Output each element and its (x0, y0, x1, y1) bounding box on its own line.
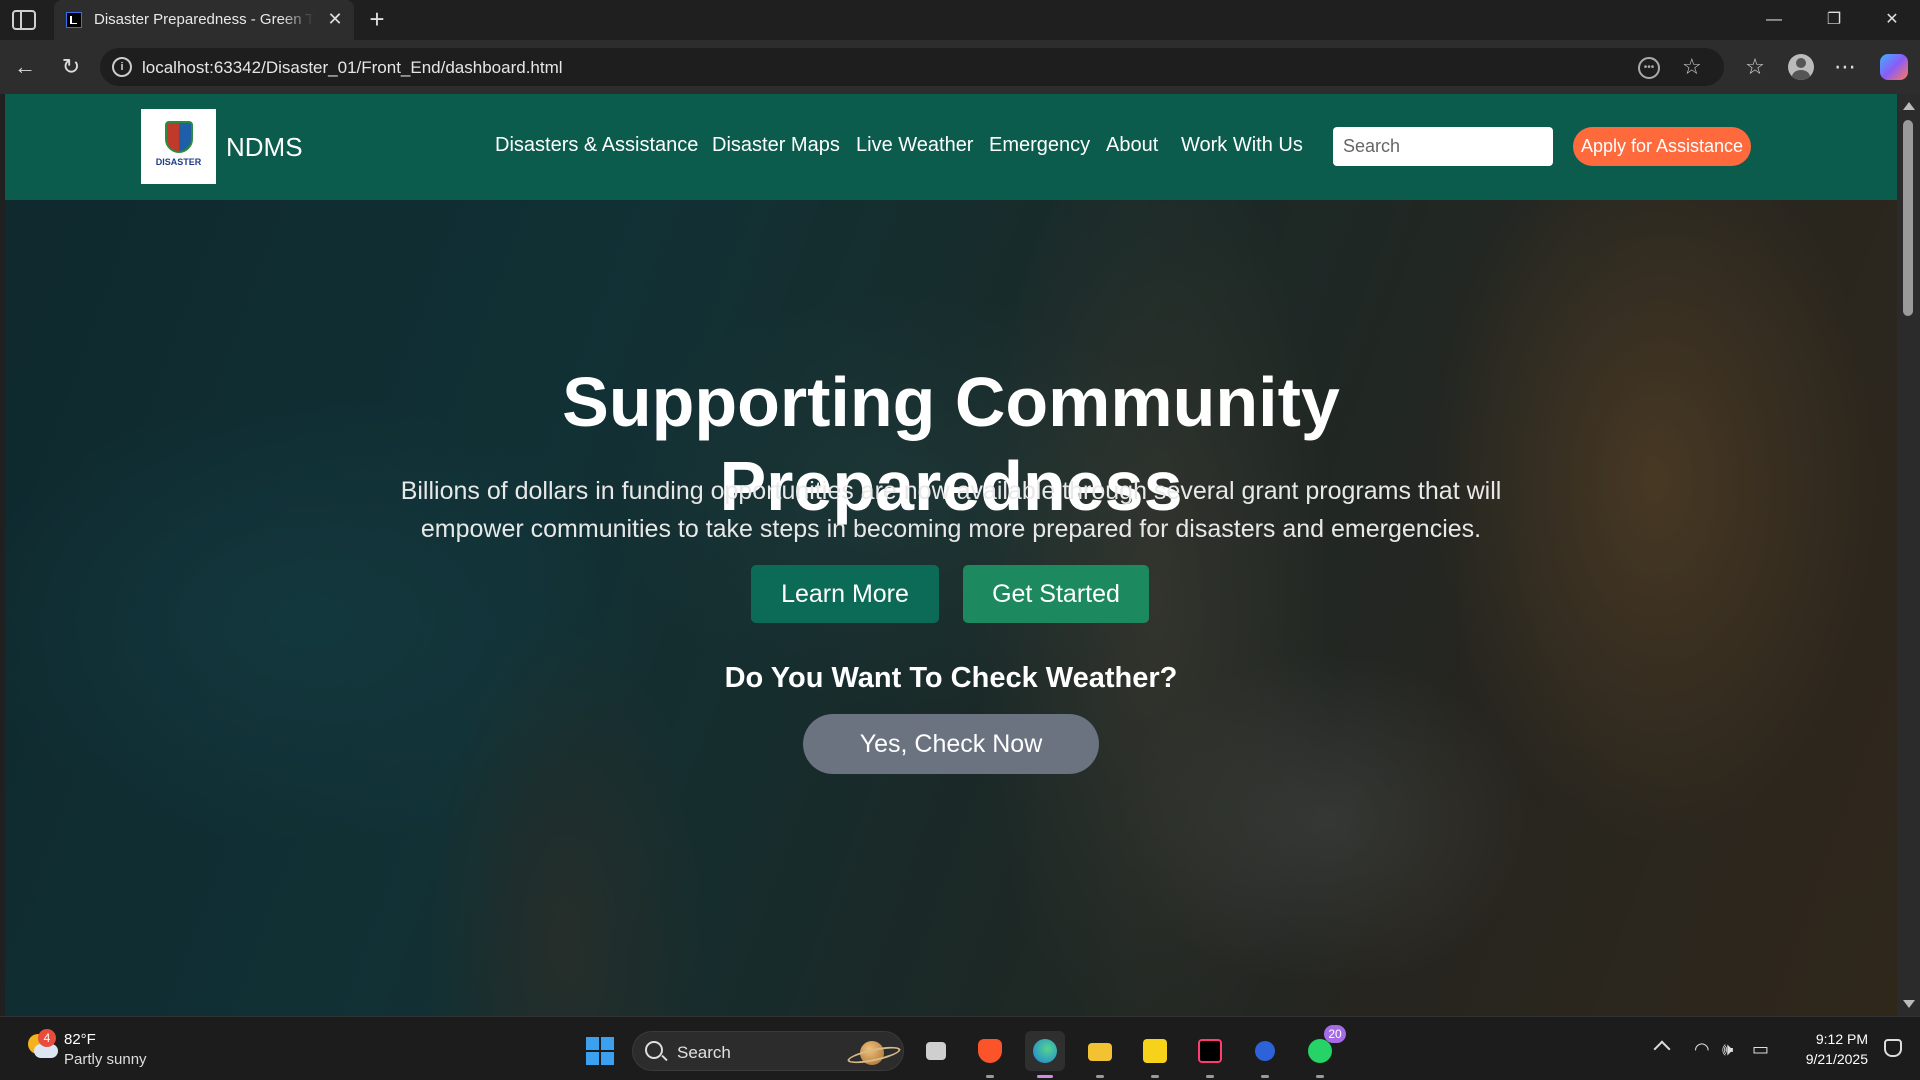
nav-work-with-us[interactable]: Work With Us (1181, 134, 1303, 157)
windows-taskbar: 4 82°F Partly sunny Search 20 ◠ 🕪 ▭ 9:12… (0, 1016, 1920, 1080)
site-logo[interactable]: DISASTER (141, 109, 216, 184)
back-arrow-icon[interactable]: ← (12, 54, 38, 80)
check-weather-button[interactable]: Yes, Check Now (803, 714, 1099, 774)
nav-disasters-assistance[interactable]: Disasters & Assistance (495, 134, 698, 157)
weather-question: Do You Want To Check Weather? (724, 662, 1178, 694)
taskbar-search-label: Search (677, 1043, 731, 1062)
windows-start-icon[interactable] (586, 1037, 614, 1065)
edge-browser-icon[interactable] (1025, 1031, 1065, 1078)
browser-tab-active[interactable]: Disaster Preparedness - Green Theme ✕ (54, 0, 354, 40)
tray-overflow-chevron-icon[interactable] (1653, 1040, 1671, 1058)
more-icon[interactable]: ⋯ (1832, 54, 1858, 80)
get-started-button[interactable]: Get Started (963, 565, 1149, 623)
scroll-up-icon[interactable] (1903, 102, 1915, 110)
brave-browser-icon[interactable] (970, 1031, 1010, 1078)
hero-section: Supporting Community Preparedness Billio… (5, 200, 1897, 1016)
hero-subtitle: Billions of dollars in funding opportuni… (400, 477, 1502, 543)
site-info-icon[interactable]: i (112, 57, 132, 77)
page-scrollbar[interactable] (1897, 94, 1920, 1016)
page-viewport: DISASTER NDMS Disasters & Assistance Dis… (5, 94, 1897, 1016)
tab-close-icon[interactable]: ✕ (324, 8, 346, 30)
search-icon (645, 1041, 663, 1059)
notification-bell-icon[interactable] (1884, 1039, 1902, 1057)
weather-condition[interactable]: Partly sunny (64, 1051, 147, 1068)
site-navbar: DISASTER NDMS Disasters & Assistance Dis… (5, 94, 1897, 200)
refresh-icon[interactable]: ↻ (58, 54, 84, 80)
nav-live-weather[interactable]: Live Weather (856, 134, 973, 157)
nav-emergency[interactable]: Emergency (989, 134, 1090, 157)
apply-assistance-button[interactable]: Apply for Assistance (1573, 127, 1751, 166)
site-search-input[interactable] (1333, 127, 1553, 166)
nav-about[interactable]: About (1106, 134, 1158, 157)
sticky-notes-icon[interactable] (1135, 1031, 1175, 1078)
jetbrains-ide-icon[interactable] (1190, 1031, 1230, 1078)
scroll-down-icon[interactable] (1903, 1000, 1915, 1008)
logo-shield-icon (165, 121, 193, 153)
logo-text: DISASTER (155, 157, 202, 167)
weather-badge: 4 (38, 1029, 56, 1047)
clock-time[interactable]: 9:12 PM (1776, 1031, 1868, 1047)
nav-disaster-maps[interactable]: Disaster Maps (712, 134, 840, 157)
task-view-icon[interactable] (916, 1031, 956, 1071)
close-window-icon[interactable]: ✕ (1880, 8, 1904, 32)
brand-name[interactable]: NDMS (226, 132, 303, 163)
clock-date[interactable]: 9/21/2025 (1776, 1051, 1868, 1067)
address-bar[interactable]: i localhost:63342/Disaster_01/Front_End/… (100, 48, 1724, 86)
browser-toolbar: ← ↻ i localhost:63342/Disaster_01/Front_… (0, 40, 1920, 94)
favorites-list-icon[interactable]: ☆ (1742, 54, 1768, 80)
volume-icon[interactable]: 🕪 (1722, 1039, 1733, 1060)
tab-title: Disaster Preparedness - Green Theme (94, 11, 314, 28)
minimize-icon[interactable]: — (1762, 8, 1786, 32)
favorite-star-icon[interactable]: ☆ (1682, 54, 1702, 80)
scroll-thumb[interactable] (1903, 120, 1913, 316)
whatsapp-icon[interactable]: 20 (1300, 1025, 1346, 1078)
profile-icon[interactable] (1788, 54, 1814, 80)
url-text[interactable]: localhost:63342/Disaster_01/Front_End/da… (142, 58, 563, 78)
tab-favicon-icon (66, 12, 82, 28)
maximize-icon[interactable]: ❐ (1822, 8, 1846, 32)
wifi-icon[interactable]: ◠ (1694, 1039, 1710, 1060)
browser-tab-bar: Disaster Preparedness - Green Theme ✕ + … (0, 0, 1920, 40)
whatsapp-badge: 20 (1324, 1025, 1346, 1043)
reader-mode-icon[interactable]: ••• (1638, 57, 1660, 79)
battery-icon[interactable]: ▭ (1752, 1039, 1769, 1060)
helper-app-icon[interactable] (1245, 1031, 1285, 1078)
new-tab-button[interactable]: + (364, 6, 390, 32)
learn-more-button[interactable]: Learn More (751, 565, 939, 623)
taskbar-search-box[interactable]: Search (632, 1031, 904, 1071)
hero-background-image (5, 200, 1897, 1016)
search-highlight-planet-icon (845, 1038, 899, 1066)
weather-temperature[interactable]: 82°F (64, 1031, 96, 1048)
copilot-icon[interactable] (1880, 54, 1908, 80)
sidebar-toggle-icon[interactable] (12, 10, 36, 30)
file-explorer-icon[interactable] (1080, 1031, 1120, 1078)
